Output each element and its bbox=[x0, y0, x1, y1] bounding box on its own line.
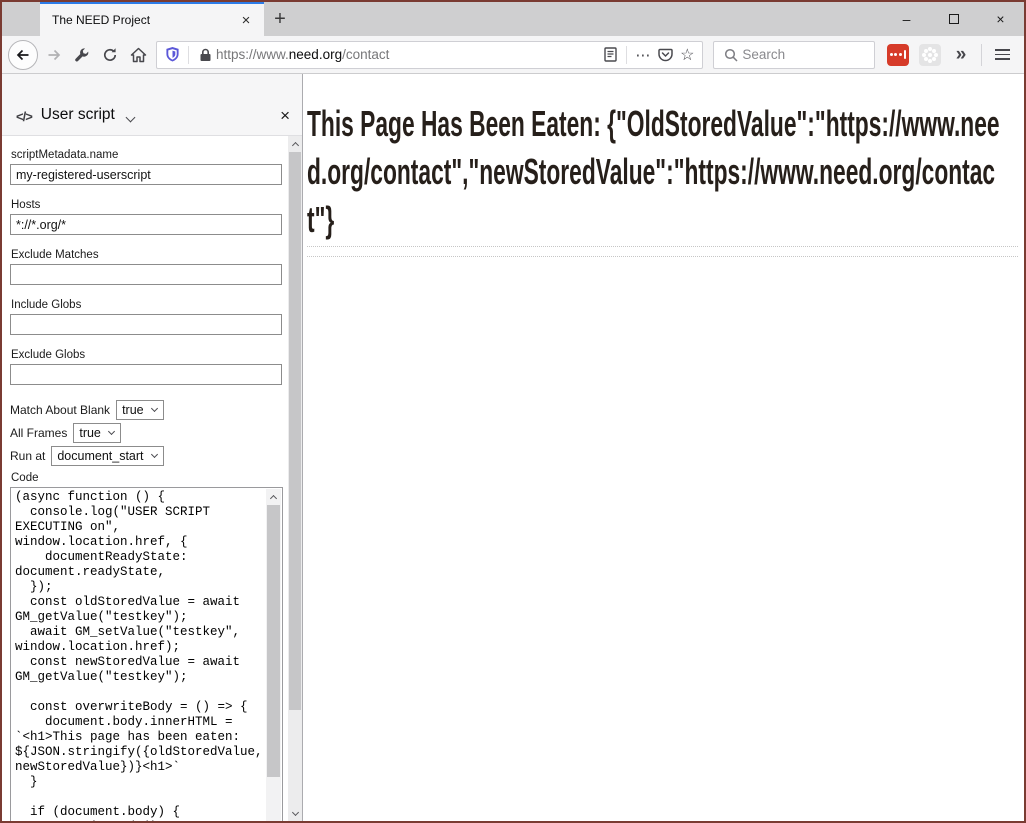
scroll-up-icon[interactable] bbox=[266, 489, 281, 504]
sidebar-header: </> User script × bbox=[2, 74, 302, 136]
reload-button[interactable] bbox=[96, 40, 124, 70]
back-button[interactable] bbox=[8, 40, 38, 70]
code-label: Code bbox=[11, 472, 272, 484]
match-about-blank-label: Match About Blank bbox=[10, 403, 110, 417]
exclude-matches-input[interactable] bbox=[10, 264, 282, 285]
home-icon bbox=[130, 47, 147, 63]
extension-gray-disabled-icon[interactable] bbox=[919, 44, 941, 66]
chevron-down-icon bbox=[150, 450, 157, 457]
script-name-input[interactable] bbox=[10, 164, 282, 185]
page-content: This Page Has Been Eaten: {"OldStoredVal… bbox=[303, 74, 1024, 821]
all-frames-row: All Frames true bbox=[10, 422, 272, 443]
field-label-exclude-globs: Exclude Globs bbox=[11, 349, 272, 361]
sidebar-body: scriptMetadata.name Hosts Exclude Matche… bbox=[2, 136, 302, 821]
field-label-hosts: Hosts bbox=[11, 199, 272, 211]
tab-close-icon[interactable]: × bbox=[236, 12, 256, 29]
url-protocol: https://www. bbox=[216, 47, 289, 62]
window-controls: – × bbox=[883, 2, 1024, 36]
new-tab-button[interactable]: + bbox=[264, 2, 296, 36]
window-minimize-button[interactable]: – bbox=[883, 2, 930, 36]
hosts-input[interactable] bbox=[10, 214, 282, 235]
tab-bar: The NEED Project × + – × bbox=[2, 2, 1024, 36]
url-path: /contact bbox=[342, 47, 389, 62]
run-at-row: Run at document_start bbox=[10, 445, 272, 466]
run-at-label: Run at bbox=[10, 449, 45, 463]
code-textarea[interactable]: (async function () { console.log("USER S… bbox=[11, 488, 282, 821]
sidebar-switcher-chevron-icon[interactable] bbox=[125, 113, 135, 123]
sidebar-scrollbar[interactable] bbox=[288, 136, 302, 821]
chevron-down-icon bbox=[151, 404, 158, 411]
reader-mode-icon[interactable] bbox=[599, 47, 621, 62]
field-label-exclude-matches: Exclude Matches bbox=[11, 249, 272, 261]
home-button[interactable] bbox=[124, 40, 152, 70]
dotted-divider bbox=[307, 256, 1018, 257]
userscript-form: scriptMetadata.name Hosts Exclude Matche… bbox=[2, 136, 302, 821]
forward-arrow-icon bbox=[46, 47, 62, 63]
userscript-tool-button[interactable] bbox=[68, 40, 96, 70]
content-area: </> User script × scriptMetadata.name Ho… bbox=[2, 74, 1024, 821]
lock-icon[interactable] bbox=[194, 48, 216, 62]
menu-button[interactable] bbox=[988, 40, 1016, 70]
window-close-button[interactable]: × bbox=[977, 2, 1024, 36]
code-editor: (async function () { console.log("USER S… bbox=[10, 487, 283, 821]
tabbar-spacer bbox=[296, 2, 883, 36]
all-frames-select[interactable]: true bbox=[73, 423, 121, 443]
code-scrollbar[interactable] bbox=[266, 489, 281, 821]
tab-title: The NEED Project bbox=[52, 13, 236, 27]
forward-button[interactable] bbox=[40, 40, 68, 70]
url-bar[interactable]: https://www.need.org/contact ⋯ ☆ bbox=[156, 41, 703, 69]
field-label-script-name: scriptMetadata.name bbox=[11, 149, 272, 161]
include-globs-input[interactable] bbox=[10, 314, 282, 335]
sidebar-scrollbar-thumb[interactable] bbox=[289, 152, 301, 710]
dotted-divider bbox=[307, 246, 1018, 247]
back-arrow-icon bbox=[15, 47, 31, 63]
url-display[interactable]: https://www.need.org/contact bbox=[216, 47, 599, 62]
code-brackets-icon: </> bbox=[16, 109, 32, 124]
url-domain: need.org bbox=[289, 47, 342, 62]
toolbar-separator bbox=[981, 44, 982, 66]
all-frames-label: All Frames bbox=[10, 426, 67, 440]
sidebar-title: User script bbox=[41, 106, 115, 124]
refresh-icon bbox=[102, 47, 118, 63]
bookmark-star-icon[interactable]: ☆ bbox=[676, 45, 698, 65]
search-bar[interactable] bbox=[713, 41, 875, 69]
match-about-blank-row: Match About Blank true bbox=[10, 399, 272, 420]
maximize-icon bbox=[949, 14, 959, 24]
search-input[interactable] bbox=[742, 47, 868, 62]
match-about-blank-select[interactable]: true bbox=[116, 400, 164, 420]
window-maximize-button[interactable] bbox=[930, 2, 977, 36]
browser-window: The NEED Project × + – × bbox=[0, 0, 1026, 823]
overflow-menu-button[interactable]: » bbox=[949, 44, 973, 66]
scroll-down-icon[interactable] bbox=[288, 806, 302, 821]
search-icon bbox=[720, 48, 742, 62]
field-label-include-globs: Include Globs bbox=[11, 299, 272, 311]
page-actions-icon[interactable]: ⋯ bbox=[632, 46, 654, 64]
tab-the-need-project[interactable]: The NEED Project × bbox=[40, 2, 264, 36]
navigation-toolbar: https://www.need.org/contact ⋯ ☆ » bbox=[2, 36, 1024, 74]
code-scrollbar-thumb[interactable] bbox=[267, 505, 280, 777]
page-heading: This Page Has Been Eaten: {"OldStoredVal… bbox=[307, 100, 1018, 244]
chevron-down-icon bbox=[108, 427, 115, 434]
pocket-icon[interactable] bbox=[654, 48, 676, 62]
wrench-icon bbox=[74, 47, 90, 63]
userscript-sidebar: </> User script × scriptMetadata.name Ho… bbox=[2, 74, 303, 821]
run-at-select[interactable]: document_start bbox=[51, 446, 163, 466]
sidebar-close-button[interactable]: × bbox=[280, 106, 290, 126]
exclude-globs-input[interactable] bbox=[10, 364, 282, 385]
urlbar-separator bbox=[188, 46, 189, 64]
urlbar-separator-2 bbox=[626, 46, 627, 64]
tracking-protection-shield-icon[interactable] bbox=[161, 46, 183, 63]
extension-red-badge-icon[interactable] bbox=[887, 44, 909, 66]
scroll-up-icon[interactable] bbox=[288, 136, 302, 151]
